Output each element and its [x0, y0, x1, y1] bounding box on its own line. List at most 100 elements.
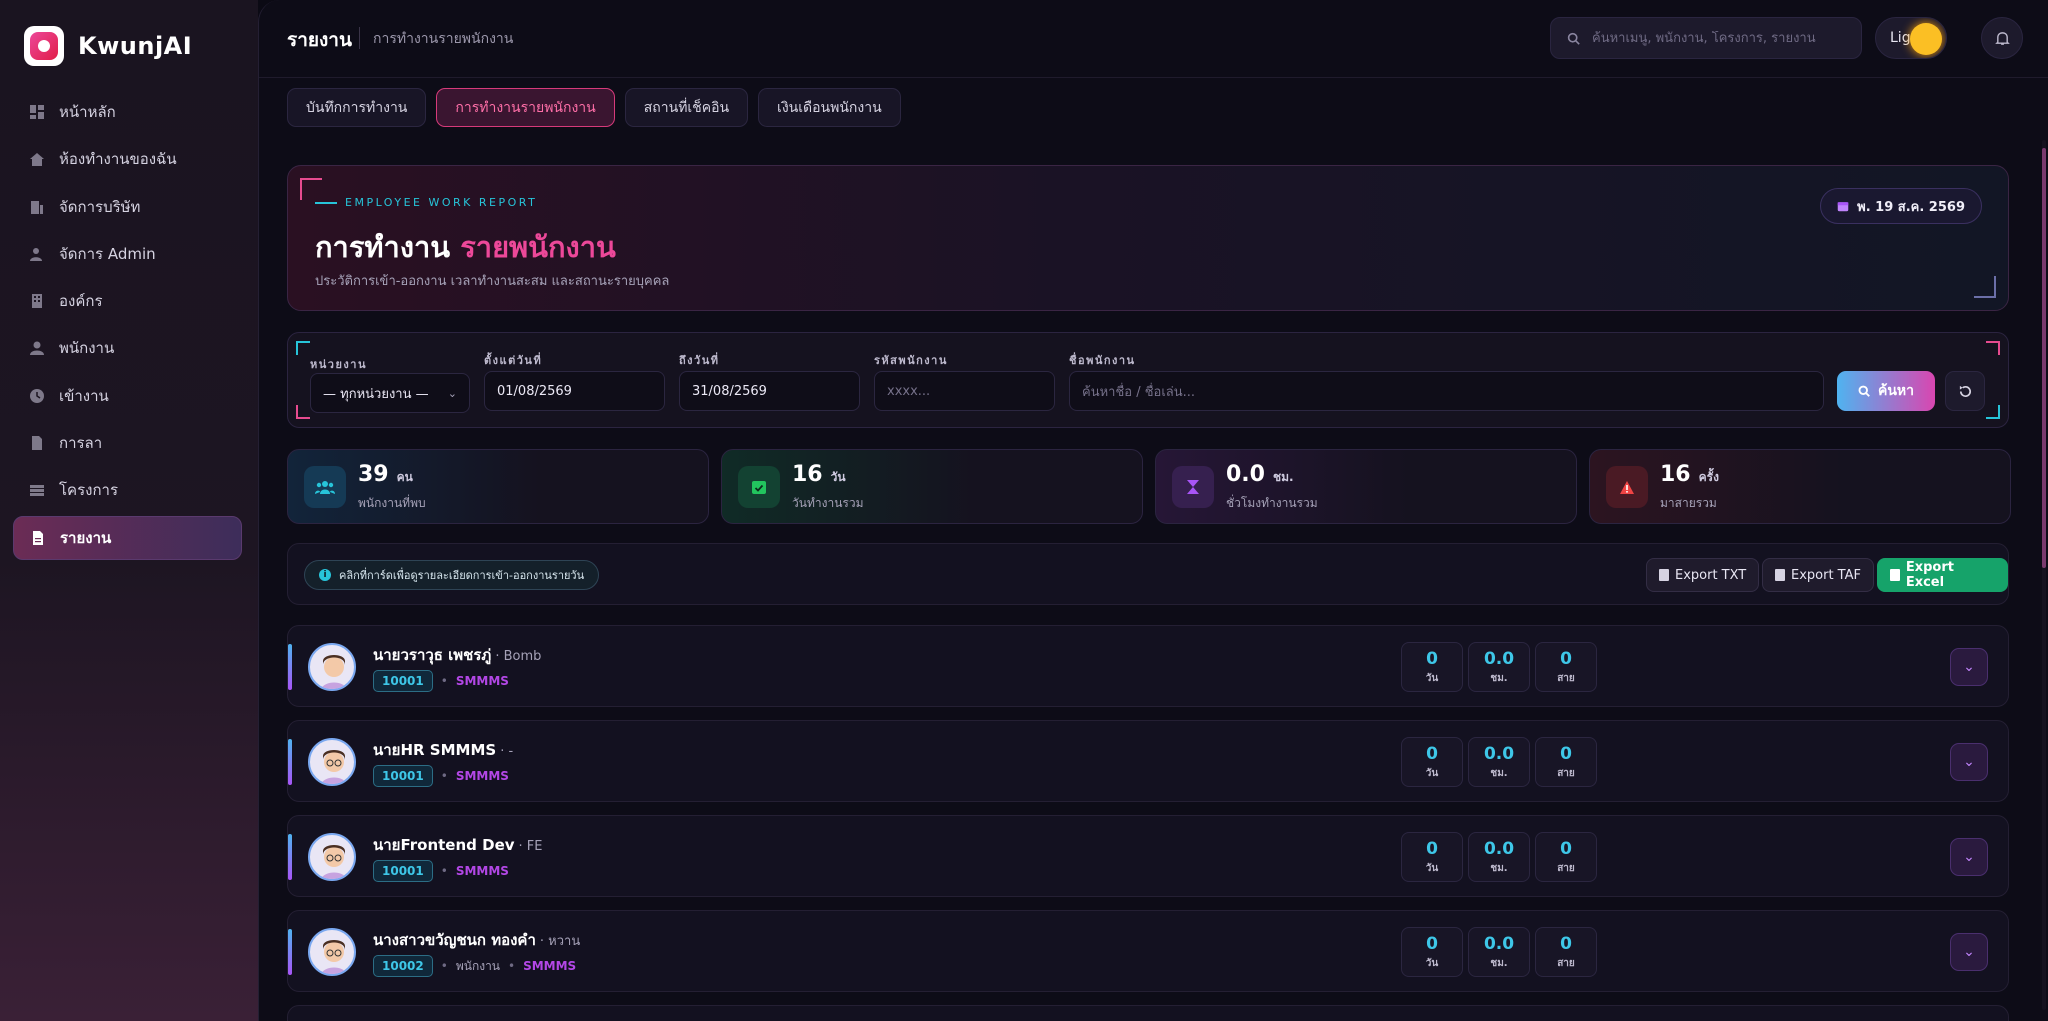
tab-payroll[interactable]: เงินเดือนพนักงาน — [758, 88, 901, 127]
hero-title-accent: รายพนักงาน — [460, 230, 616, 264]
unit-select[interactable]: — ทุกหน่วยงาน — ⌄ — [310, 373, 470, 413]
export-excel-label: Export Excel — [1905, 560, 1954, 590]
hero-eyebrow-text: EMPLOYEE WORK REPORT — [345, 196, 538, 209]
employee-name: นายHR SMMMS · - — [373, 741, 514, 759]
avatar — [308, 643, 356, 691]
breadcrumb: การทำงานรายพนักงาน — [373, 31, 514, 47]
hourglass-icon — [1172, 466, 1214, 508]
employee-meta: 10002 • พนักงาน • SMMMS — [373, 955, 576, 977]
sidebar-item-attendance[interactable]: เข้างาน — [13, 374, 242, 418]
tab-work-log[interactable]: บันทึกการทำงาน — [287, 88, 427, 127]
reset-button[interactable] — [1945, 371, 1985, 411]
export-txt-button[interactable]: Export TXT — [1646, 558, 1760, 592]
sidebar-item-label: โครงการ — [59, 481, 119, 500]
sidebar-item-projects[interactable]: โครงการ — [13, 468, 242, 512]
hint-text: คลิกที่การ์ดเพื่อดูรายละเอียดการเข้า-ออก… — [339, 569, 585, 582]
hero-title: การทำงาน รายพนักงาน — [315, 224, 616, 270]
sidebar-item-label: หน้าหลัก — [59, 103, 116, 121]
tab-employee-work[interactable]: การทำงานรายพนักงาน — [436, 88, 615, 127]
department-label: SMMMS — [455, 769, 509, 783]
from-date-field[interactable]: 01/08/2569 — [484, 371, 665, 411]
divider — [359, 27, 360, 49]
search-icon — [1858, 385, 1870, 397]
file-icon — [32, 436, 42, 451]
stat-label: มาสายรวม — [1660, 496, 1717, 510]
stat-hours: 0.0 ชม. — [1468, 737, 1530, 787]
employee-card[interactable]: นางสาวขวัญชนก ทองคำ · หวาน 10002 • พนักงา… — [287, 910, 2009, 992]
employee-meta: 10001 • SMMMS — [373, 765, 509, 787]
sidebar-item-admin[interactable]: จัดการ Admin — [13, 232, 242, 276]
employee-card[interactable]: นายFrontend Dev · FE 10001 • SMMMS 0 วัน 0… — [287, 815, 2009, 897]
info-icon: i — [319, 569, 331, 581]
stat-hours: 0.0 ชม. — [1468, 832, 1530, 882]
employee-name-field[interactable]: ค้นหาชื่อ / ชื่อเล่น... — [1069, 371, 1824, 411]
home-icon — [30, 153, 44, 167]
export-txt-label: Export TXT — [1675, 567, 1747, 583]
export-taf-label: Export TAF — [1791, 567, 1861, 583]
sidebar-item-organization[interactable]: องค์กร — [13, 279, 242, 323]
sidebar-item-home[interactable]: หน้าหลัก — [13, 90, 242, 134]
employee-card[interactable]: นายวราวุธ เพชรภู่ · Bomb 10001 • SMMMS 0ว… — [287, 625, 2009, 707]
tab-checkin-locations[interactable]: สถานที่เช็คอิน — [624, 88, 749, 127]
sidebar-nav: หน้าหลัก ห้องทำงานของฉัน จัดการบริษัท จั… — [13, 90, 242, 563]
brand-name: KwunjAI — [78, 32, 193, 60]
sidebar-item-label: องค์กร — [59, 292, 103, 311]
refresh-icon — [1959, 385, 1971, 397]
employee-meta: 10001 • SMMMS — [373, 860, 509, 882]
export-taf-button[interactable]: Export TAF — [1762, 558, 1874, 592]
scrollbar-thumb[interactable] — [2042, 148, 2046, 568]
expand-button[interactable]: ⌄ — [1950, 743, 1988, 781]
building-icon — [31, 200, 43, 214]
global-search[interactable] — [1550, 17, 1862, 59]
report-tabs: บันทึกการทำงาน การทำงานรายพนักงาน สถานที… — [287, 88, 901, 127]
sidebar-item-employees[interactable]: พนักงาน — [13, 326, 242, 370]
sidebar-item-company[interactable]: จัดการบริษัท — [13, 185, 242, 229]
clock-icon — [30, 388, 44, 403]
sidebar-item-my-workspace[interactable]: ห้องทำงานของฉัน — [13, 137, 242, 181]
stat-late: 0 สาย — [1535, 642, 1597, 692]
to-date-field[interactable]: 31/08/2569 — [679, 371, 860, 411]
stat-hours: 0.0 ชม. — [1468, 927, 1530, 977]
export-excel-button[interactable]: Export Excel — [1877, 558, 2008, 592]
unit-select-value: — ทุกหน่วยงาน — — [323, 386, 429, 402]
employee-name: นายFrontend Dev · FE — [373, 836, 543, 854]
card-accent — [288, 834, 292, 880]
corner-decoration — [1974, 276, 1996, 298]
stat-label: วันทำงานรวม — [792, 496, 864, 510]
employee-code-field[interactable]: xxxx... — [874, 371, 1055, 411]
hero-description: ประวัติการเข้า-ออกงาน เวลาทำงานสะสม และส… — [315, 274, 670, 289]
to-date-label: ถึงวันที่ — [679, 354, 720, 367]
search-button[interactable]: ค้นหา — [1837, 371, 1935, 411]
card-accent — [288, 739, 292, 785]
department-label: SMMMS — [523, 959, 577, 973]
stat-value: 16 ครั้ง — [1660, 462, 1719, 487]
stat-label: พนักงานที่พบ — [358, 496, 426, 510]
sidebar-item-label: ห้องทำงานของฉัน — [59, 150, 177, 169]
expand-button[interactable]: ⌄ — [1950, 838, 1988, 876]
sidebar-item-leave[interactable]: การลา — [13, 421, 242, 465]
employee-card[interactable] — [287, 1005, 2009, 1021]
hero-title-main: การทำงาน — [315, 230, 451, 264]
chevron-down-icon: ⌄ — [1963, 944, 1975, 960]
expand-button[interactable]: ⌄ — [1950, 933, 1988, 971]
stat-card-late: 16 ครั้ง มาสายรวม — [1589, 449, 2011, 524]
expand-button[interactable]: ⌄ — [1950, 648, 1988, 686]
excel-icon — [1890, 569, 1900, 581]
stat-days: 0 วัน — [1401, 737, 1463, 787]
avatar — [308, 738, 356, 786]
brand[interactable]: KwunjAI — [24, 26, 192, 66]
employee-card[interactable]: นายHR SMMMS · - 10001 • SMMMS 0 วัน 0.0 ชม.… — [287, 720, 2009, 802]
notifications-button[interactable] — [1981, 17, 2023, 59]
office-icon — [32, 294, 42, 309]
user-cog-icon — [30, 247, 42, 261]
search-input[interactable] — [1592, 30, 1852, 46]
search-icon — [1567, 32, 1580, 45]
report-icon — [33, 530, 43, 545]
sidebar-item-reports[interactable]: รายงาน — [13, 515, 242, 560]
theme-toggle[interactable]: Light — [1875, 17, 1947, 59]
filter-panel: หน่วยงาน — ทุกหน่วยงาน — ⌄ ตั้งแต่วันที่… — [287, 332, 2009, 428]
stat-value: 39 คน — [358, 462, 413, 487]
employee-name: นางสาวขวัญชนก ทองคำ · หวาน — [373, 931, 581, 949]
employee-name: นายวราวุธ เพชรภู่ · Bomb — [373, 646, 542, 664]
sidebar-item-label: รายงาน — [60, 528, 112, 547]
